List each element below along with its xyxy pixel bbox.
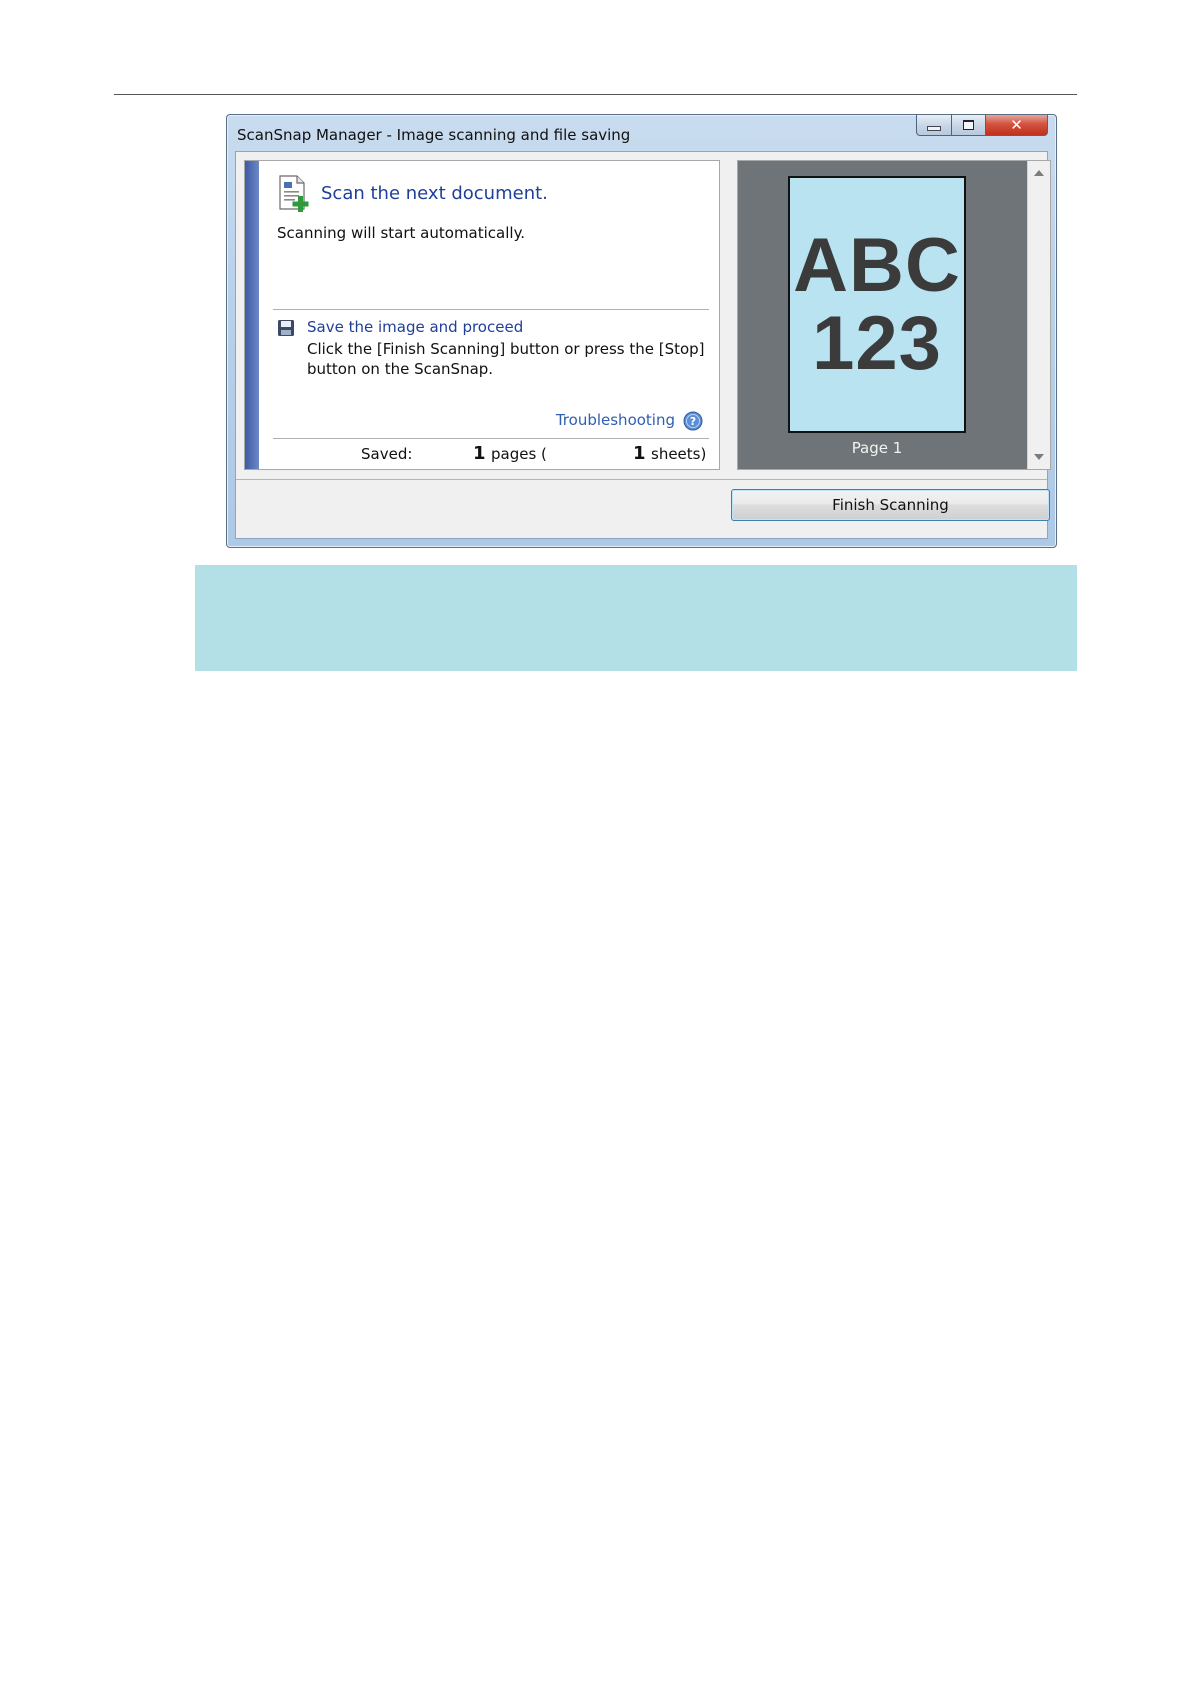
preview-scrollbar[interactable] [1027,161,1050,469]
window-controls: ✕ [916,115,1048,137]
scan-document-add-icon [279,175,309,212]
auto-scan-text: Scanning will start automatically. [277,224,526,242]
save-instructions: Click the [Finish Scanning] button or pr… [307,340,705,378]
svg-text:?: ? [690,415,696,428]
finish-scanning-button[interactable]: Finish Scanning [731,489,1050,521]
scansnap-window: ScanSnap Manager - Image scanning and fi… [226,114,1057,548]
divider [273,309,709,310]
pages-label: pages ( [491,445,547,463]
thumbnail-text-line: 123 [812,300,942,386]
page-header-rule [114,94,1077,95]
status-panel: Scan the next document. Scanning will st… [244,160,720,470]
title-bar[interactable]: ScanSnap Manager - Image scanning and fi… [227,115,1056,151]
page-thumbnail[interactable]: ABC 123 [788,176,966,433]
minimize-icon [927,125,941,131]
minimize-button[interactable] [916,115,952,136]
accent-bar [245,161,259,469]
sheets-label: sheets) [651,445,707,463]
page-label: Page 1 [851,439,903,457]
troubleshooting-link[interactable]: Troubleshooting [556,411,675,429]
saved-counter: Saved: 1 pages ( 1 sheets) [245,443,719,467]
maximize-button[interactable] [952,115,986,136]
note-band [195,565,1077,671]
close-icon: ✕ [1010,116,1023,134]
maximize-icon [963,120,974,130]
help-question-icon[interactable]: ? [683,411,703,431]
pages-count: 1 [473,443,486,464]
divider [273,438,709,439]
footer-separator [236,479,1047,480]
saved-label: Saved: [361,445,413,463]
window-client-area: Scan the next document. Scanning will st… [235,151,1051,539]
page-preview-panel: ABC 123 Page 1 [737,160,1051,470]
scroll-up-icon[interactable] [1034,170,1044,176]
panel-heading: Scan the next document. [321,183,548,204]
thumbnail-text-line: ABC [793,222,961,308]
save-and-proceed-title: Save the image and proceed [307,318,524,336]
sheets-count: 1 [633,443,646,464]
close-button[interactable]: ✕ [986,115,1048,136]
window-title: ScanSnap Manager - Image scanning and fi… [237,126,631,144]
floppy-disk-icon [278,320,294,336]
scroll-down-icon[interactable] [1034,454,1044,460]
